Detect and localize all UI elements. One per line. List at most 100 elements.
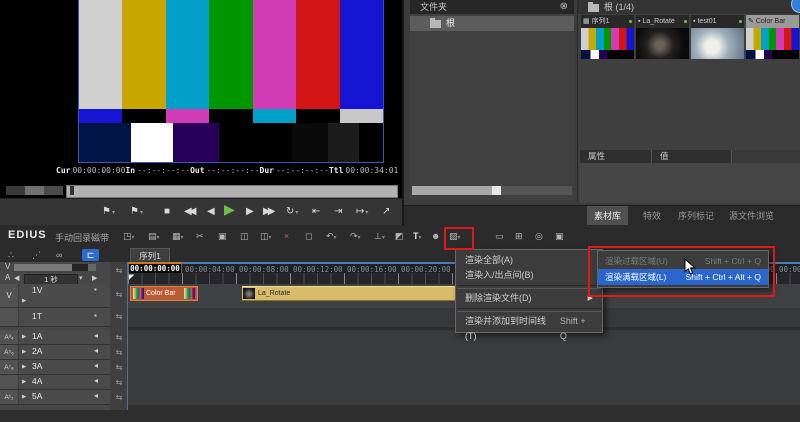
bin-clip-larotate[interactable]: ▪La_Rotate [636,15,689,59]
patch-icon[interactable]: ⇆ [112,393,126,402]
chevron-down-icon[interactable]: ▾ [79,274,83,282]
sequence-tab[interactable]: 序列1 [130,248,170,262]
screen-layout-button[interactable]: ▭ [495,229,504,244]
paste-button[interactable]: ◫ [240,229,249,244]
export-button[interactable]: ↗ [382,203,390,220]
mute-icon[interactable]: ▪ [94,285,97,294]
patch-icon[interactable]: ⇆ [112,266,126,275]
playhead-marker-icon[interactable]: ◤ [129,273,134,281]
track-header-1t[interactable]: 1T ▪ [0,308,110,327]
scale-next-icon[interactable]: ▶ [92,274,97,282]
clip-thumbnail[interactable] [691,28,744,59]
speaker-icon[interactable]: ◂ [94,376,98,385]
track-header-3a[interactable]: A⁷₈ ▶ 3A ◂ [0,360,110,375]
paste-special-button[interactable]: ◫▾ [260,229,272,244]
track-content-3a[interactable] [128,360,800,376]
track-content-2a[interactable] [128,345,800,361]
timeline-zoom-slider[interactable] [14,264,96,271]
tab-asset-library[interactable]: 素材库 [587,206,628,226]
mode-icon-b[interactable]: ⋰ [32,248,41,262]
expand-icon[interactable]: ▶ [22,379,26,385]
track-header-4a[interactable]: ▶ 4A ◂ [0,375,110,390]
fast-forward-button[interactable]: ▶▶ [263,203,272,220]
undo-button[interactable]: ↶▾ [326,229,337,244]
expand-icon[interactable]: ▶ [22,334,26,340]
tab-source-browser[interactable]: 源文件浏览 [722,206,781,226]
step-forward-button[interactable]: ▶ [246,203,254,220]
speaker-icon[interactable]: ◂ [94,346,98,355]
redo-button[interactable]: ↷▾ [350,229,361,244]
scrollbar-thumb[interactable] [412,186,492,195]
caret-icon[interactable]: ▾ [365,210,368,216]
zoom-slider-thumb[interactable] [14,264,72,271]
set-out-marker-button[interactable]: ⚑▾ [130,203,143,220]
caret-icon[interactable]: ▾ [140,210,143,216]
folder-tree-item-root[interactable]: 根 [410,16,574,31]
track-header-5a[interactable]: A¹₂ ▶ 5A ◂ [0,390,110,405]
stop-button[interactable]: ■ [164,203,170,220]
expand-icon[interactable]: ▶ [22,349,26,355]
clip-thumbnail[interactable] [746,28,799,59]
track-header-2a[interactable]: A⁵₆ ▶ 2A ◂ [0,345,110,360]
position-scrubber[interactable] [66,185,398,198]
voice-over-button[interactable]: ☻ [431,229,440,244]
menu-item-render-add-to-timeline[interactable]: 渲染并添加到时间线(T)Shift + Q [456,314,602,329]
play-around-cursor-button[interactable]: ↦▾ [356,203,368,220]
tab-effects[interactable]: 特效 [636,206,668,226]
set-in-marker-button[interactable]: ⚑▾ [102,203,115,220]
play-button[interactable]: ▶ [224,201,235,218]
vectorscope-button[interactable]: ◎ [535,229,543,244]
menu-item-delete-render-files[interactable]: 删除渲染文件(D)▶ [456,291,602,306]
clip-thumbnail[interactable] [636,28,689,59]
timeline-clip-larotate[interactable]: La_Rotate [242,286,460,301]
patch-icon[interactable]: ⇆ [112,363,126,372]
speaker-icon[interactable]: ◂ [94,361,98,370]
close-icon[interactable]: ⊗ [560,0,568,14]
step-back-button[interactable]: ◀ [207,203,215,220]
track-header-1a[interactable]: A³₄ ▶ 1A ◂ [0,330,110,345]
copy-button[interactable]: ▣ [218,229,227,244]
rewind-button[interactable]: ◀◀ [184,203,193,220]
clip-thumbnail[interactable] [581,28,634,59]
set-in-out-button[interactable]: ◻ [305,229,312,244]
scale-prev-icon[interactable]: ◀ [14,274,19,282]
mode-icon-c[interactable]: ∞ [56,248,62,262]
bin-clip-sequence1[interactable]: ▦序列1 [581,15,634,59]
speaker-icon[interactable]: ◂ [94,391,98,400]
zoom-slider-box[interactable] [88,264,96,271]
caret-icon[interactable]: ▾ [295,210,298,216]
track-content-4a[interactable] [128,375,800,391]
patch-icon[interactable]: ⇆ [112,378,126,387]
title-button[interactable]: T▾ [413,229,422,244]
folder-horizontal-scrollbar[interactable] [412,186,572,195]
patch-icon[interactable]: ⇆ [112,348,126,357]
bin-clip-test01[interactable]: ▪test01 [691,15,744,59]
add-cut-point-button[interactable]: ⊥▾ [374,229,385,244]
open-project-button[interactable]: ▤▾ [148,229,160,244]
scrubber-playhead[interactable] [70,186,74,195]
scrollbar-end-cap[interactable] [492,186,501,195]
expand-icon[interactable]: ▶ [22,298,26,304]
export-file-button[interactable]: ▣ [555,229,564,244]
cut-button[interactable]: ✂ [196,229,204,244]
patch-icon[interactable]: ⇆ [112,333,126,342]
menu-item-render-all[interactable]: 渲染全部(A) [456,253,602,268]
timeline-clip-colorbar[interactable]: Color Bar [130,286,198,301]
patch-icon[interactable]: ⇆ [112,312,126,321]
menu-item-render-in-out[interactable]: 渲染入/出点间(B) [456,268,602,283]
multicam-button[interactable]: ⊞ [515,229,523,244]
expand-icon[interactable]: ▶ [22,364,26,370]
delete-button[interactable]: × [284,229,289,244]
save-project-button[interactable]: ▦▾ [172,229,184,244]
tab-sequence-markers[interactable]: 序列标记 [671,206,721,226]
loop-playback-button[interactable]: ↻▾ [286,203,298,220]
bin-clip-colorbar[interactable]: ✎Color Bar [746,15,799,59]
caret-icon[interactable]: ▾ [112,210,115,216]
capture-button[interactable]: ◳▾ [123,229,135,244]
track-content-5a[interactable] [128,390,800,406]
shuttle-control[interactable] [6,186,63,195]
patch-icon[interactable]: ⇆ [112,290,126,299]
mode-button[interactable]: ◩ [395,229,404,244]
speaker-icon[interactable]: ◂ [94,331,98,340]
mode-icon-a[interactable]: ∴ [8,248,14,262]
